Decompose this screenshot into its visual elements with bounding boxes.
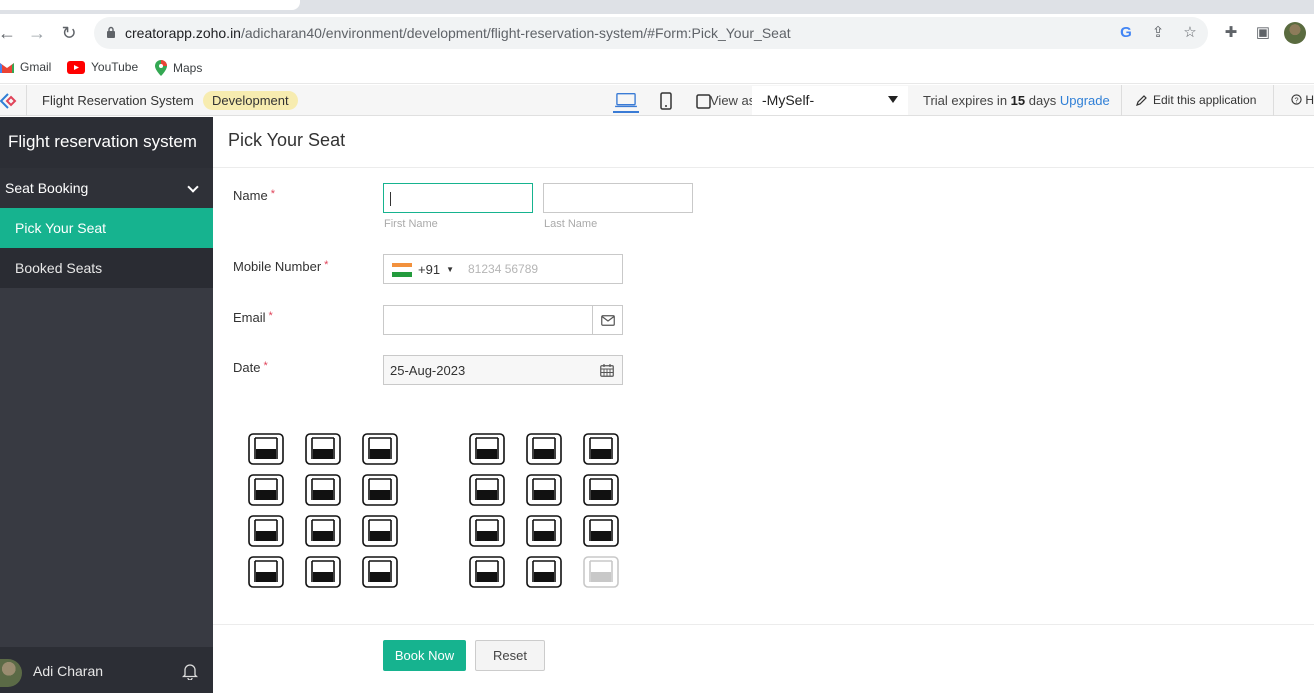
- seat-row3-left-seat3[interactable]: [362, 515, 398, 547]
- envelope-icon: [600, 314, 615, 326]
- bookmark-star-icon[interactable]: ☆: [1180, 23, 1200, 43]
- sidebar-app-title: Flight reservation system: [0, 117, 213, 168]
- email-input[interactable]: [383, 305, 623, 335]
- app-name: Flight Reservation System: [42, 93, 194, 108]
- user-name: Adi Charan: [33, 663, 104, 679]
- seat-row3-left-seat1[interactable]: [248, 515, 284, 547]
- page-title: Pick Your Seat: [228, 130, 346, 150]
- seat-row2-right-seat1[interactable]: [469, 474, 505, 506]
- seat-row1-right-seat1[interactable]: [469, 433, 505, 465]
- mobile-view-icon[interactable]: [653, 91, 679, 113]
- seat-row3-right-seat2[interactable]: [526, 515, 562, 547]
- seat-row4-right-seat2[interactable]: [526, 556, 562, 588]
- svg-text:?: ?: [1294, 95, 1298, 104]
- extensions-icon[interactable]: ✚: [1221, 23, 1241, 43]
- seat-row3-right-seat3[interactable]: [583, 515, 619, 547]
- email-addon: [592, 306, 622, 334]
- seat-row4-right-seat1[interactable]: [469, 556, 505, 588]
- sidebar-user-panel: Adi Charan: [0, 647, 213, 693]
- upgrade-link[interactable]: Upgrade: [1060, 93, 1110, 108]
- seat-row2-right-seat2[interactable]: [526, 474, 562, 506]
- seat-row1-right-seat2[interactable]: [526, 433, 562, 465]
- user-avatar[interactable]: [0, 659, 22, 687]
- date-input[interactable]: 25-Aug-2023: [383, 355, 623, 385]
- chevron-down-icon: [187, 181, 199, 193]
- view-as-label: View as: [710, 93, 756, 108]
- seat-row2-left-seat2[interactable]: [305, 474, 341, 506]
- caret-down-icon: ▼: [446, 265, 454, 274]
- date-label: Date *: [233, 360, 268, 375]
- last-name-sublabel: Last Name: [544, 218, 598, 230]
- first-name-sublabel: First Name: [384, 218, 438, 230]
- seat-row2-left-seat3[interactable]: [362, 474, 398, 506]
- sidebar-section-seat-booking[interactable]: Seat Booking: [0, 168, 213, 208]
- seat-row4-left-seat3[interactable]: [362, 556, 398, 588]
- edit-application-button[interactable]: Edit this application: [1136, 93, 1256, 107]
- reset-button[interactable]: Reset: [475, 640, 545, 671]
- seat-row1-left-seat3[interactable]: [362, 433, 398, 465]
- sidebar-item-pick-your-seat[interactable]: Pick Your Seat: [0, 208, 213, 248]
- share-icon[interactable]: ⇪: [1148, 23, 1168, 43]
- bell-icon[interactable]: [182, 662, 198, 680]
- mobile-label: Mobile Number *: [233, 259, 329, 274]
- bookmark-youtube[interactable]: YouTube: [67, 60, 138, 74]
- google-icon[interactable]: G: [1116, 23, 1136, 43]
- view-as-select[interactable]: -MySelf-: [752, 86, 908, 115]
- youtube-icon: [67, 60, 85, 74]
- back-arrow-icon[interactable]: ←: [0, 22, 18, 44]
- caret-down-icon: [888, 96, 898, 103]
- browser-toolbar: ← → ↻ creatorapp.zoho.in/adicharan40/env…: [0, 14, 1314, 52]
- seat-row4-right-seat3: [583, 556, 619, 588]
- pencil-icon: [1136, 95, 1147, 106]
- lock-icon: [107, 26, 115, 38]
- maps-icon: [155, 60, 167, 76]
- bookmarks-bar: Gmail YouTube Maps: [0, 52, 1314, 84]
- seat-row1-left-seat2[interactable]: [305, 433, 341, 465]
- seat-row2-left-seat1[interactable]: [248, 474, 284, 506]
- zoho-creator-logo-icon[interactable]: [0, 91, 20, 111]
- gmail-icon: [0, 62, 14, 73]
- bookmark-gmail[interactable]: Gmail: [0, 60, 51, 74]
- book-now-button[interactable]: Book Now: [383, 640, 466, 671]
- seat-row4-left-seat2[interactable]: [305, 556, 341, 588]
- seat-row2-right-seat3[interactable]: [583, 474, 619, 506]
- address-bar[interactable]: creatorapp.zoho.in/adicharan40/environme…: [94, 17, 1208, 49]
- url-text: creatorapp.zoho.in/adicharan40/environme…: [125, 25, 791, 41]
- seat-row3-right-seat1[interactable]: [469, 515, 505, 547]
- creator-app-bar: Flight Reservation System Development Vi…: [0, 85, 1314, 116]
- form-area: Pick Your Seat Name * First Name Last Nam…: [213, 117, 1314, 693]
- environment-badge: Development: [203, 91, 298, 110]
- profile-avatar[interactable]: [1284, 22, 1306, 44]
- india-flag-icon: [392, 262, 412, 277]
- help-button[interactable]: ? H: [1291, 93, 1314, 107]
- country-code-select[interactable]: +91 ▼: [392, 262, 454, 277]
- seat-row1-right-seat3[interactable]: [583, 433, 619, 465]
- sidebar-item-booked-seats[interactable]: Booked Seats: [0, 248, 213, 288]
- help-icon: ?: [1291, 94, 1302, 105]
- side-panel-icon[interactable]: ▣: [1253, 23, 1273, 43]
- name-label: Name *: [233, 188, 275, 203]
- calendar-button[interactable]: [592, 356, 622, 384]
- desktop-view-icon[interactable]: [613, 91, 639, 113]
- seat-row4-left-seat1[interactable]: [248, 556, 284, 588]
- seat-row3-left-seat2[interactable]: [305, 515, 341, 547]
- forward-arrow-icon[interactable]: →: [26, 22, 48, 44]
- calendar-icon: [600, 363, 614, 377]
- bookmark-maps[interactable]: Maps: [155, 60, 202, 76]
- reload-icon[interactable]: ↻: [58, 22, 80, 44]
- app-sidebar: Flight reservation system Seat Booking P…: [0, 117, 213, 693]
- mobile-placeholder: 81234 56789: [468, 262, 539, 276]
- browser-tab-strip: [0, 0, 1314, 14]
- first-name-input[interactable]: [383, 183, 533, 213]
- seat-row1-left-seat1[interactable]: [248, 433, 284, 465]
- mobile-number-input[interactable]: +91 ▼ 81234 56789: [383, 254, 623, 284]
- last-name-input[interactable]: [543, 183, 693, 213]
- trial-notice: Trial expires in 15 days Upgrade: [923, 93, 1110, 108]
- email-label: Email *: [233, 310, 273, 325]
